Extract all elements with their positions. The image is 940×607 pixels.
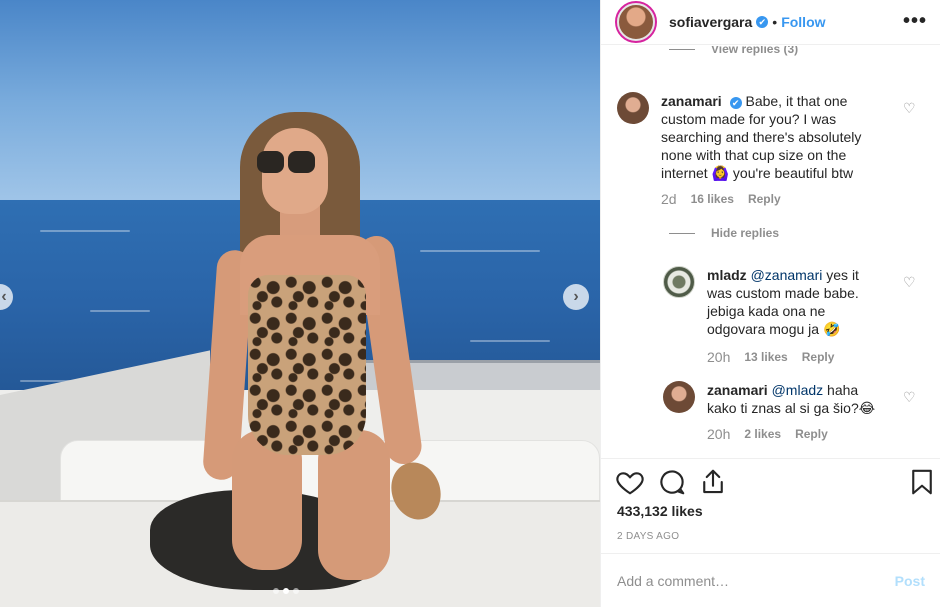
next-slide-button[interactable]: › [563, 284, 589, 310]
comment-time[interactable]: 20h [707, 348, 730, 366]
bookmark-icon[interactable] [907, 467, 937, 497]
separator: • [772, 14, 778, 30]
like-comment-icon[interactable]: ♡ [903, 100, 916, 117]
comment-input[interactable] [617, 572, 895, 589]
post-actions: 433,132 likes 2 DAYS AGO [601, 458, 940, 553]
comment-likes[interactable]: 13 likes [744, 348, 787, 366]
post-comment-button[interactable]: Post [895, 573, 925, 589]
more-options-icon[interactable]: ••• [903, 10, 927, 33]
comment-time[interactable]: 2d [661, 190, 677, 208]
username-link[interactable]: sofiavergara [669, 14, 752, 30]
divider [669, 232, 695, 234]
carousel-dots [273, 588, 299, 594]
mention-link[interactable]: @mladz [772, 382, 824, 398]
comments-list[interactable]: View replies (3) zanamari ✔ Babe, it tha… [601, 46, 940, 458]
follow-button[interactable]: Follow [781, 14, 825, 30]
like-heart-icon[interactable] [615, 467, 645, 497]
like-comment-icon[interactable]: ♡ [903, 389, 916, 406]
reply-comment: zanamari @mladz haha kako ti znas al si … [663, 381, 913, 443]
reply-button[interactable]: Reply [748, 190, 781, 208]
mention-link[interactable]: @zanamari [751, 267, 823, 283]
avatar[interactable] [663, 266, 695, 298]
likes-count[interactable]: 433,132 likes [617, 503, 703, 519]
share-icon[interactable] [698, 467, 728, 497]
avatar[interactable] [663, 381, 695, 413]
carousel-dot [273, 588, 279, 594]
comment-likes[interactable]: 16 likes [691, 190, 734, 208]
comment-username[interactable]: mladz [707, 267, 747, 283]
leopard-swimsuit [248, 275, 366, 455]
verified-badge-icon: ✔ [756, 16, 769, 28]
comment-username[interactable]: zanamari [661, 93, 722, 109]
hide-replies-label: Hide replies [711, 226, 780, 240]
comment-time[interactable]: 20h [707, 425, 730, 443]
comment-username[interactable]: zanamari [707, 382, 768, 398]
carousel-dot [293, 588, 299, 594]
add-comment-bar: Post [601, 553, 940, 607]
view-replies-link[interactable]: View replies (3) [669, 46, 798, 56]
divider [669, 48, 695, 50]
avatar[interactable] [615, 1, 657, 43]
view-replies-label: View replies (3) [711, 46, 799, 56]
avatar[interactable] [617, 92, 649, 124]
verified-badge-icon: ✔ [729, 97, 742, 109]
like-comment-icon[interactable]: ♡ [903, 274, 916, 291]
reply-button[interactable]: Reply [802, 348, 835, 366]
reply-button[interactable]: Reply [795, 425, 828, 443]
post-date[interactable]: 2 DAYS AGO [617, 531, 679, 542]
comment-bubble-icon[interactable] [657, 467, 687, 497]
post-header: sofiavergara ✔ • Follow ••• [601, 0, 940, 45]
post-photo[interactable]: ‹ › [0, 0, 600, 607]
comment-likes[interactable]: 2 likes [744, 425, 781, 443]
post-sidebar: sofiavergara ✔ • Follow ••• View replies… [600, 0, 940, 607]
comment: zanamari ✔ Babe, it that one custom made… [617, 92, 917, 208]
sunglasses [257, 151, 315, 173]
reply-comment: mladz @zanamari yes it was custom made b… [663, 266, 913, 366]
hide-replies-link[interactable]: Hide replies [669, 226, 779, 240]
carousel-dot-active [283, 588, 289, 594]
